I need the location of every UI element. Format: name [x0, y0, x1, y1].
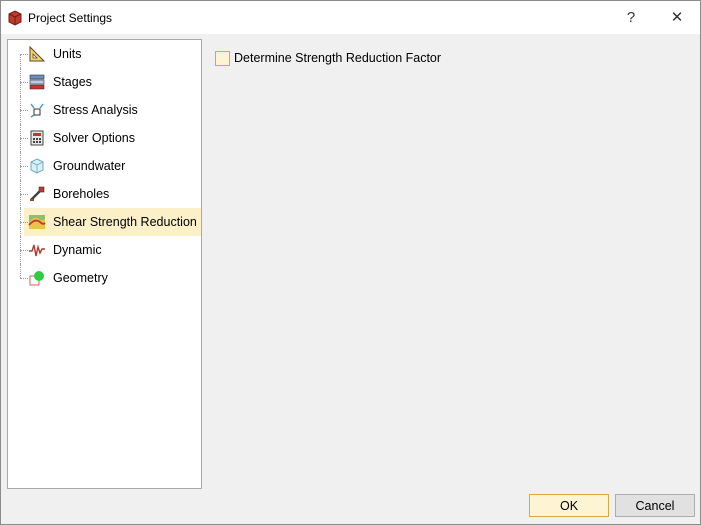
tree-item-label: Shear Strength Reduction — [53, 215, 197, 229]
tree-item-label: Geometry — [53, 271, 108, 285]
window-title: Project Settings — [28, 11, 113, 25]
tree-item-stress-analysis[interactable]: Stress Analysis — [8, 96, 201, 124]
geometry-icon — [29, 271, 44, 286]
tree-item-shear-strength-reduction[interactable]: Shear Strength Reduction — [8, 208, 201, 236]
groundwater-icon — [30, 158, 44, 174]
dynamic-icon — [29, 244, 45, 257]
tree-item-stages[interactable]: Stages — [8, 68, 201, 96]
tree-item-units[interactable]: Units — [8, 40, 201, 68]
determine-srf-checkbox[interactable] — [215, 51, 230, 66]
units-icon — [29, 45, 46, 62]
app-icon — [8, 10, 22, 26]
tree-item-groundwater[interactable]: Groundwater — [8, 152, 201, 180]
boreholes-icon — [30, 186, 45, 201]
tree-item-label: Dynamic — [53, 243, 102, 257]
project-settings-dialog: Project Settings ? ✕ Units Stages Stress… — [0, 0, 701, 525]
cancel-button[interactable]: Cancel — [615, 494, 695, 517]
tree-item-label: Stress Analysis — [53, 103, 138, 117]
help-button[interactable]: ? — [613, 1, 649, 34]
tree-item-boreholes[interactable]: Boreholes — [8, 180, 201, 208]
stages-icon — [29, 74, 45, 90]
determine-srf-label[interactable]: Determine Strength Reduction Factor — [234, 51, 441, 65]
solver-options-icon — [30, 130, 44, 146]
title-bar: Project Settings ? ✕ — [1, 1, 700, 34]
settings-tree: Units Stages Stress Analysis Solver Opti… — [7, 39, 202, 489]
tree-item-solver-options[interactable]: Solver Options — [8, 124, 201, 152]
stress-analysis-icon — [30, 103, 44, 118]
tree-item-label: Groundwater — [53, 159, 126, 173]
tree-item-label: Boreholes — [53, 187, 110, 201]
tree-item-geometry[interactable]: Geometry — [8, 264, 201, 292]
tree-item-label: Solver Options — [53, 131, 135, 145]
close-button[interactable]: ✕ — [659, 1, 695, 34]
shear-strength-reduction-icon — [28, 215, 46, 229]
tree-item-label: Units — [53, 47, 82, 61]
tree-item-dynamic[interactable]: Dynamic — [8, 236, 201, 264]
ok-button[interactable]: OK — [529, 494, 609, 517]
tree-item-label: Stages — [53, 75, 92, 89]
